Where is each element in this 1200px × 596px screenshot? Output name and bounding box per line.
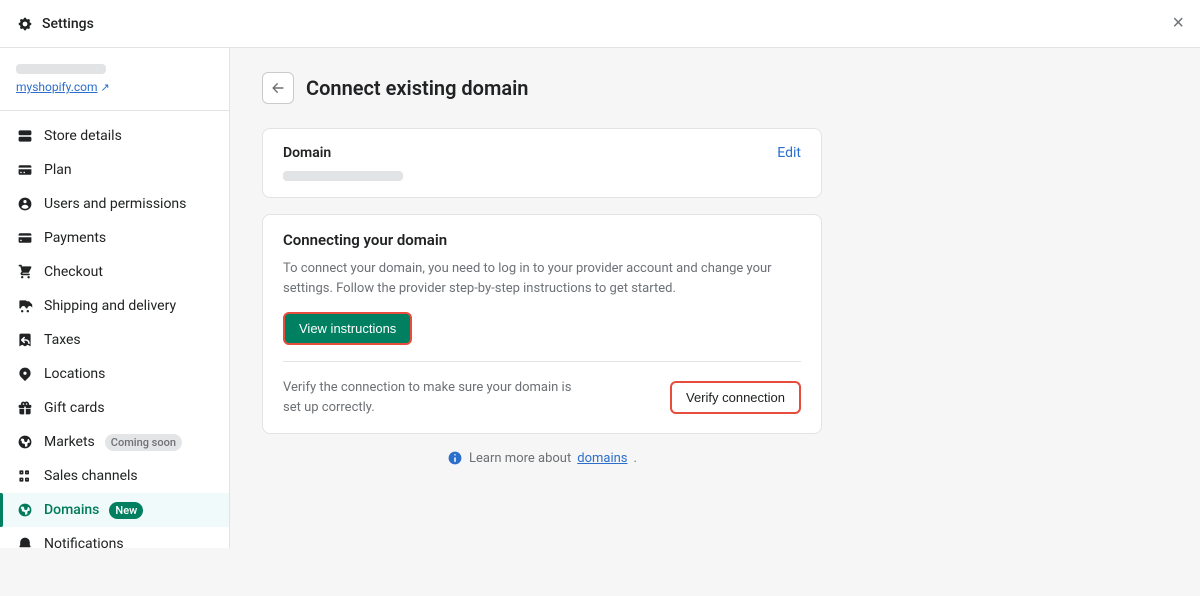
connecting-title: Connecting your domain [283, 231, 801, 249]
sidebar-label: Domains [44, 502, 99, 518]
users-icon [16, 195, 34, 213]
sidebar-label: Sales channels [44, 468, 138, 484]
info-row: Learn more about domains . [262, 450, 822, 466]
verify-row: Verify the connection to make sure your … [283, 361, 801, 417]
domain-header-row: Domain Edit [283, 145, 801, 161]
info-suffix: . [634, 451, 637, 466]
sidebar-item-checkout[interactable]: Checkout [0, 255, 229, 289]
sidebar-label: Taxes [44, 332, 81, 348]
new-badge: New [109, 502, 143, 519]
sidebar-label: Payments [44, 230, 106, 246]
domain-card-body: Domain Edit [263, 129, 821, 197]
domains-icon [16, 501, 34, 519]
store-url[interactable]: myshopify.com ↗ [16, 80, 213, 94]
domain-value-placeholder [283, 171, 403, 181]
payments-icon [16, 229, 34, 247]
sidebar-item-notifications[interactable]: Notifications [0, 527, 229, 548]
gift-icon [16, 399, 34, 417]
sidebar-label: Users and permissions [44, 196, 186, 212]
top-bar-left: Settings [16, 15, 94, 33]
layout: myshopify.com ↗ Store details Plan [0, 48, 1200, 548]
info-icon [447, 450, 463, 466]
sidebar-label: Gift cards [44, 400, 105, 416]
page-title: Connect existing domain [306, 76, 528, 100]
sidebar-item-payments[interactable]: Payments [0, 221, 229, 255]
sales-icon [16, 467, 34, 485]
top-bar-title: Settings [42, 16, 94, 32]
top-bar: Settings × [0, 0, 1200, 48]
taxes-icon [16, 331, 34, 349]
connecting-description: To connect your domain, you need to log … [283, 259, 801, 298]
markets-icon [16, 433, 34, 451]
store-info: myshopify.com ↗ [0, 64, 229, 111]
back-arrow-icon [271, 81, 285, 95]
store-name-placeholder [16, 64, 106, 74]
external-link-icon: ↗ [101, 81, 110, 94]
sidebar-label: Store details [44, 128, 122, 144]
sidebar-item-gift-cards[interactable]: Gift cards [0, 391, 229, 425]
checkout-icon [16, 263, 34, 281]
page-header: Connect existing domain [262, 72, 1168, 104]
coming-soon-badge: Coming soon [105, 434, 182, 451]
info-text: Learn more about [469, 451, 571, 466]
locations-icon [16, 365, 34, 383]
store-url-text: myshopify.com [16, 80, 98, 94]
sidebar-label: Notifications [44, 536, 124, 548]
sidebar-item-domains[interactable]: Domains New [0, 493, 229, 527]
shipping-icon [16, 297, 34, 315]
main-content: Connect existing domain Domain Edit Conn… [230, 48, 1200, 548]
sidebar-item-plan[interactable]: Plan [0, 153, 229, 187]
domain-label: Domain [283, 145, 331, 161]
sidebar-item-markets[interactable]: Markets Coming soon [0, 425, 229, 459]
store-icon [16, 127, 34, 145]
sidebar-nav: Store details Plan Users and permissions… [0, 119, 229, 548]
sidebar-label: Markets [44, 434, 95, 450]
close-button[interactable]: × [1172, 12, 1184, 35]
back-button[interactable] [262, 72, 294, 104]
sidebar-label: Plan [44, 162, 72, 178]
domains-link[interactable]: domains [577, 451, 627, 466]
sidebar-item-locations[interactable]: Locations [0, 357, 229, 391]
sidebar-label: Checkout [44, 264, 103, 280]
notifications-icon [16, 535, 34, 548]
plan-icon [16, 161, 34, 179]
domain-card: Domain Edit [262, 128, 822, 198]
sidebar-label: Locations [44, 366, 105, 382]
connecting-domain-card: Connecting your domain To connect your d… [262, 214, 822, 434]
sidebar-item-shipping[interactable]: Shipping and delivery [0, 289, 229, 323]
edit-link[interactable]: Edit [777, 145, 801, 161]
sidebar-item-users[interactable]: Users and permissions [0, 187, 229, 221]
sidebar: myshopify.com ↗ Store details Plan [0, 48, 230, 548]
sidebar-item-taxes[interactable]: Taxes [0, 323, 229, 357]
view-instructions-button[interactable]: View instructions [283, 312, 412, 345]
verify-connection-button[interactable]: Verify connection [670, 381, 801, 414]
sidebar-item-sales-channels[interactable]: Sales channels [0, 459, 229, 493]
connecting-card-body: Connecting your domain To connect your d… [263, 215, 821, 433]
settings-icon [16, 15, 34, 33]
verify-text: Verify the connection to make sure your … [283, 378, 583, 417]
sidebar-label: Shipping and delivery [44, 298, 176, 314]
sidebar-item-store-details[interactable]: Store details [0, 119, 229, 153]
